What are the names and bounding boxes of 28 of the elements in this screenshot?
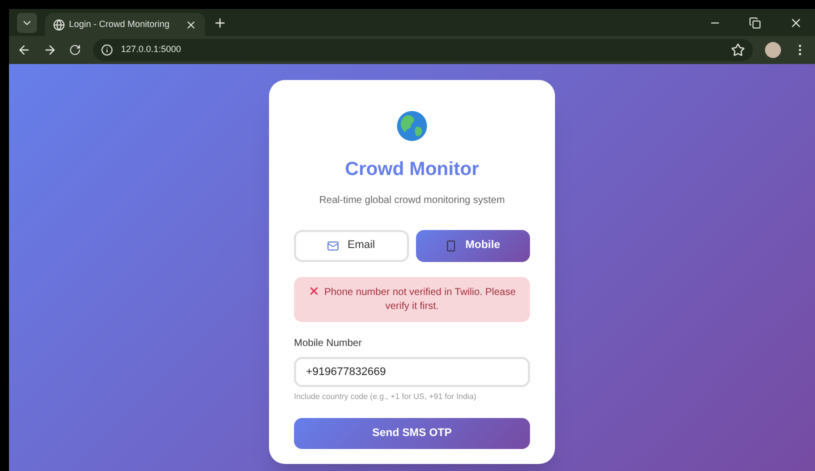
profile-avatar[interactable] [765, 42, 781, 58]
login-method-tab[interactable]: Email [294, 230, 408, 262]
back-icon[interactable] [17, 43, 31, 57]
address-bar[interactable]: 127.0.0.1:5000 [93, 39, 753, 61]
browser-tab[interactable]: Login - Crowd Monitoring [45, 13, 205, 36]
bookmark-star-icon[interactable] [731, 43, 745, 57]
send-otp-button[interactable]: Send SMS OTP [294, 418, 530, 448]
globe-icon [53, 18, 65, 30]
field-hint: Include country code (e.g., +1 for US, +91 for India) [294, 390, 478, 402]
tab-title: Login - Crowd Monitoring [69, 18, 171, 31]
reload-icon[interactable] [69, 44, 81, 56]
close-icon[interactable] [185, 18, 197, 30]
new-tab-icon[interactable] [213, 16, 227, 30]
phone-icon [445, 240, 458, 252]
restore-icon[interactable] [749, 16, 761, 28]
globe-icon [396, 110, 428, 142]
login-method-tab[interactable]: Mobile [416, 230, 530, 262]
field-label: Mobile Number [294, 336, 363, 350]
error-icon [308, 284, 320, 296]
app-subtitle: Real-time global crowd monitoring system [318, 194, 506, 208]
info-icon[interactable] [101, 44, 113, 56]
app-title: Crowd Monitor [344, 158, 480, 182]
error-message: Phone number not verified in Twilio. Please verify it first. [302, 284, 522, 314]
mail-icon [327, 240, 340, 252]
mobile-number-field[interactable]: +919677832669 [294, 356, 530, 386]
forward-icon[interactable] [43, 43, 57, 57]
tab-list-button[interactable] [17, 12, 37, 32]
url-text: 127.0.0.1:5000 [121, 43, 182, 56]
